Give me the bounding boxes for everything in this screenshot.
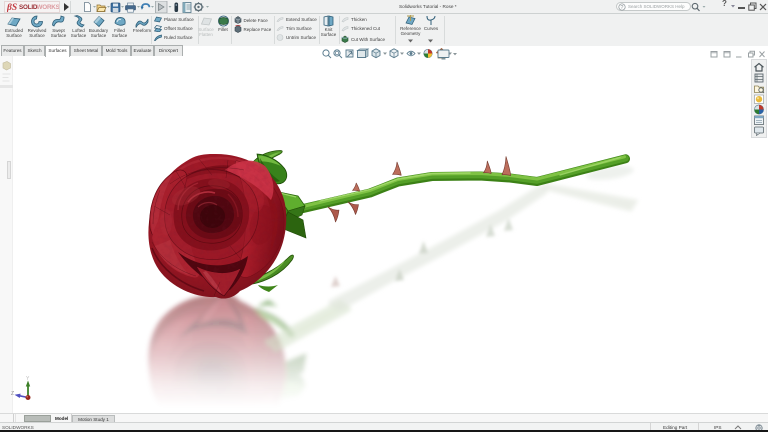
svg-text:Z: Z: [11, 391, 14, 397]
svg-text:βS: βS: [7, 3, 17, 12]
svg-text:WORKS: WORKS: [37, 4, 60, 11]
svg-text:?: ?: [620, 5, 623, 11]
svg-text:Y: Y: [26, 376, 30, 382]
svg-text:SOLID: SOLID: [19, 4, 38, 11]
